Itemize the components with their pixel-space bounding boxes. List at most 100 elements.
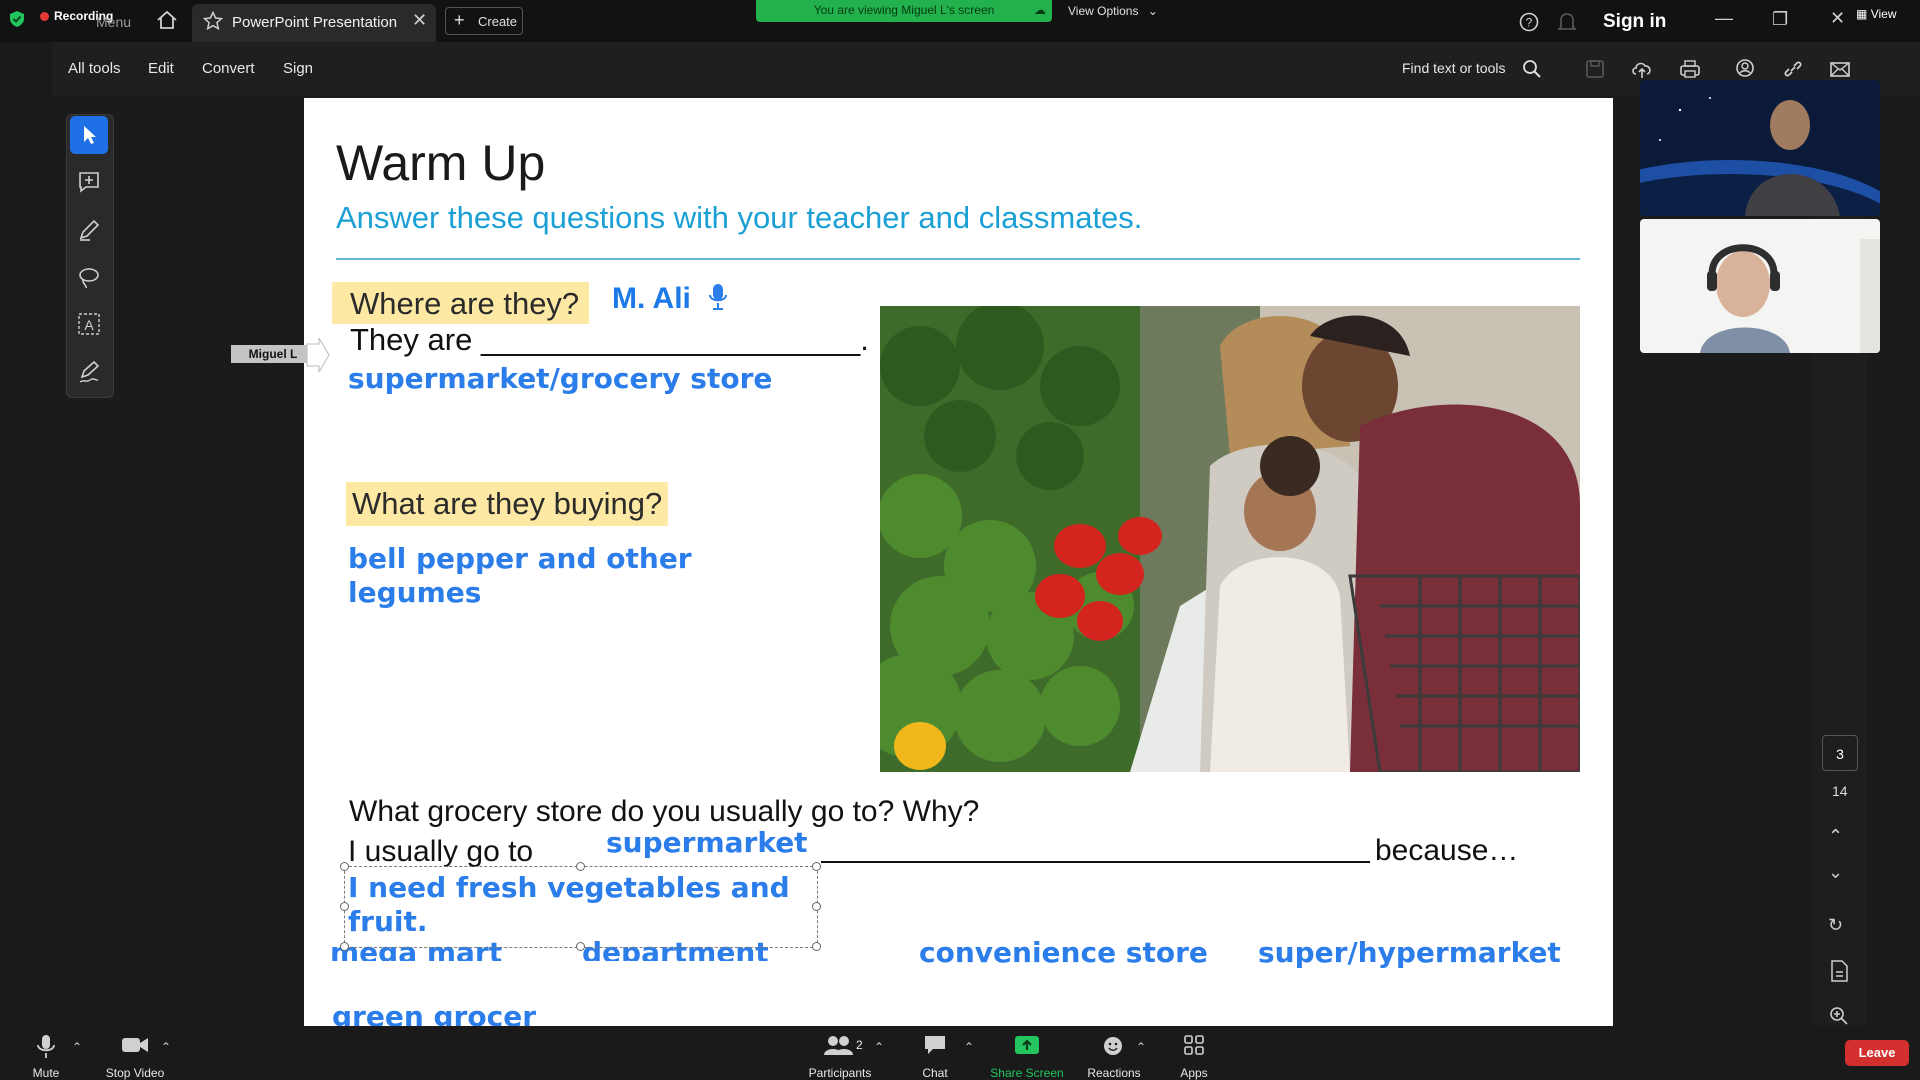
tab-title: PowerPoint Presentation: [232, 14, 398, 31]
student-name-text: M. Ali: [612, 282, 691, 315]
because-label: because…: [1375, 834, 1519, 867]
add-comment-tool[interactable]: [70, 163, 108, 201]
left-margin: [0, 42, 52, 1026]
chat-bubble-icon: [925, 1036, 945, 1054]
cloud-upload-icon[interactable]: [1629, 56, 1655, 82]
lasso-tool[interactable]: [70, 258, 108, 296]
option-super-hypermarket[interactable]: super/hypermarket: [1258, 936, 1561, 969]
star-icon[interactable]: [203, 11, 223, 31]
answer-1[interactable]: supermarket/grocery store: [348, 362, 772, 395]
chat-button[interactable]: Chat: [915, 1034, 955, 1080]
zoom-in-icon[interactable]: [1829, 1006, 1849, 1026]
minimize-icon[interactable]: —: [1715, 8, 1733, 29]
create-button[interactable]: + Create: [445, 7, 523, 35]
microphone-icon: [37, 1035, 55, 1058]
reactions-label: Reactions: [1087, 1066, 1141, 1080]
answer-prompt-1: They are ______________________.: [350, 322, 869, 357]
chevron-down-icon[interactable]: ⌄: [1828, 862, 1843, 883]
chat-chevron-icon[interactable]: ⌃: [964, 1040, 974, 1054]
slide-title: Warm Up: [336, 135, 546, 191]
leave-button[interactable]: Leave: [1845, 1040, 1909, 1066]
video-options-chevron-icon[interactable]: ⌃: [161, 1040, 171, 1054]
text-box-tool[interactable]: A: [70, 305, 108, 343]
page-icon[interactable]: [1829, 960, 1849, 982]
refresh-icon[interactable]: ↻: [1828, 915, 1843, 936]
share-user-icon[interactable]: [1733, 56, 1759, 82]
mail-icon[interactable]: [1827, 56, 1853, 82]
student-name: M. Ali: [612, 282, 729, 316]
text-box-icon: A: [78, 313, 100, 335]
stop-video-label: Stop Video: [105, 1066, 165, 1080]
participant-video-1[interactable]: [1640, 80, 1880, 216]
share-screen-button[interactable]: Share Screen: [985, 1034, 1069, 1080]
share-screen-label: Share Screen: [990, 1066, 1064, 1080]
find-text-or-tools[interactable]: Find text or tools: [1402, 60, 1506, 76]
close-tab-icon[interactable]: ✕: [412, 10, 427, 31]
home-icon[interactable]: [156, 10, 178, 30]
option-green-grocer[interactable]: green grocer: [332, 1000, 536, 1028]
title-divider: [336, 258, 1580, 260]
resize-handle[interactable]: [340, 942, 349, 951]
highlight-tool[interactable]: [70, 211, 108, 249]
answer-2[interactable]: bell pepper and other legumes: [348, 542, 768, 610]
current-page-number[interactable]: 3: [1822, 735, 1858, 771]
help-icon[interactable]: ?: [1519, 12, 1539, 32]
menu-edit[interactable]: Edit: [148, 60, 174, 77]
resize-handle[interactable]: [576, 942, 585, 951]
resize-handle[interactable]: [576, 862, 585, 871]
share-screen-icon: [1015, 1036, 1039, 1054]
menu-sign[interactable]: Sign: [283, 60, 313, 77]
participants-button[interactable]: 2 Participants: [800, 1034, 880, 1080]
option-convenience-store[interactable]: convenience store: [919, 936, 1208, 969]
participant-video-2[interactable]: [1640, 219, 1880, 353]
view-button[interactable]: ▦ View: [1856, 7, 1896, 21]
participants-chevron-icon[interactable]: ⌃: [874, 1040, 884, 1054]
chevron-up-icon[interactable]: ⌃: [1828, 826, 1843, 847]
grid-icon: ▦: [1856, 7, 1868, 21]
create-button-label: Create: [478, 14, 518, 29]
answer-3[interactable]: supermarket: [606, 826, 808, 859]
bell-icon[interactable]: [1557, 11, 1577, 33]
menu-button[interactable]: Menu: [96, 14, 131, 30]
mute-options-chevron-icon[interactable]: ⌃: [72, 1040, 82, 1054]
resize-handle[interactable]: [340, 862, 349, 871]
save-icon[interactable]: [1582, 56, 1608, 82]
close-window-icon[interactable]: ✕: [1830, 8, 1845, 29]
participants-label: Participants: [808, 1066, 872, 1080]
mute-button[interactable]: Mute: [22, 1034, 70, 1080]
shield-check-icon: [10, 11, 24, 27]
meeting-controls-bar: [0, 1026, 1920, 1080]
answer-prompt-3: I usually go to: [348, 835, 534, 868]
svg-text:A: A: [84, 317, 94, 333]
stop-video-button[interactable]: Stop Video: [100, 1034, 170, 1080]
chevron-down-icon: ⌄: [1147, 4, 1158, 18]
view-options-button[interactable]: View Options ⌄: [1068, 4, 1158, 18]
cursor-icon: [84, 126, 96, 144]
participants-icon: [824, 1036, 853, 1055]
apps-button[interactable]: Apps: [1172, 1034, 1216, 1080]
view-button-label: View: [1870, 7, 1897, 21]
menu-all-tools[interactable]: All tools: [68, 60, 121, 77]
question-buying: What are they buying?: [346, 482, 669, 526]
resize-handle[interactable]: [812, 942, 821, 951]
mute-label: Mute: [32, 1066, 60, 1080]
sign-in-link[interactable]: Sign in: [1603, 11, 1666, 33]
answer-4[interactable]: I need fresh vegetables and fruit.: [348, 871, 818, 939]
reactions-chevron-icon[interactable]: ⌃: [1136, 1040, 1146, 1054]
slide-subtitle: Answer these questions with your teacher…: [336, 200, 1143, 235]
signature-tool[interactable]: [70, 353, 108, 391]
search-icon[interactable]: [1522, 59, 1542, 79]
link-icon[interactable]: [1780, 56, 1806, 82]
restore-icon[interactable]: ❐: [1772, 9, 1788, 30]
document-page: Warm Up Answer these questions with your…: [304, 98, 1613, 1028]
apps-grid-icon: [1184, 1035, 1204, 1055]
lasso-icon: [79, 268, 99, 289]
resize-handle[interactable]: [812, 862, 821, 871]
menu-convert[interactable]: Convert: [202, 60, 255, 77]
screen-share-banner: You are viewing Miguel L's screen ☁: [756, 0, 1052, 22]
smiley-icon: [1104, 1037, 1122, 1055]
participant-count: 2: [856, 1038, 863, 1052]
print-icon[interactable]: [1677, 56, 1703, 82]
select-tool[interactable]: [70, 116, 108, 154]
question-where: Where are they?: [332, 282, 590, 324]
